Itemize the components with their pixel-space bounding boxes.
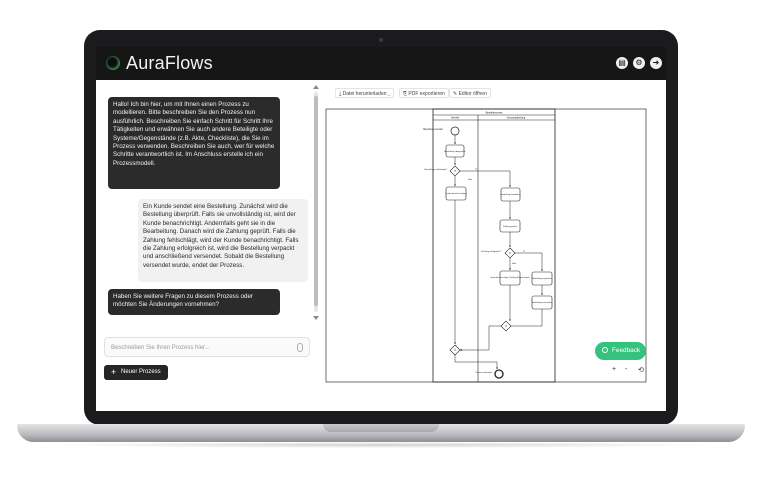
chat-input-placeholder: Beschreiben Sie Ihren Prozess hier...	[111, 345, 210, 351]
laptop-lid: AuraFlows ▤ ⚙ ➜ Hallo! Ich bin hier, um …	[84, 30, 678, 425]
open-editor-label: Editor öffnen	[458, 91, 487, 97]
settings-icon[interactable]: ⚙	[633, 57, 645, 69]
plus-icon: +	[111, 367, 117, 377]
flow-label: Nein	[468, 179, 472, 181]
task-label: Bestellung überprüfen	[444, 150, 466, 153]
chat-scrollbar[interactable]	[314, 92, 318, 312]
task-label: Kunde benachrichtigen (Zahlung fehlgesch…	[490, 276, 530, 279]
laptop-base	[17, 424, 745, 442]
open-editor-button[interactable]: ✎ Editor öffnen	[449, 88, 491, 98]
new-process-button[interactable]: + Neuer Prozess	[104, 365, 168, 380]
flow-label: Nein	[512, 263, 516, 265]
feedback-icon	[602, 347, 608, 353]
scroll-up-icon[interactable]	[313, 85, 319, 89]
chat-input[interactable]: Beschreiben Sie Ihren Prozess hier...	[104, 337, 310, 357]
lane-label: Versandabteilung	[507, 117, 526, 120]
app-title: AuraFlows	[126, 53, 213, 73]
new-process-label: Neuer Prozess	[121, 369, 161, 375]
gateway-label: Zahlung erfolgreich?	[481, 250, 502, 253]
start-label: Bestellung senden	[423, 128, 443, 131]
chat-message-user: Ein Kunde sendet eine Bestellung. Zunäch…	[138, 199, 308, 282]
pool-title: Bestellprozess	[486, 111, 504, 115]
feedback-label: Feedback	[612, 347, 641, 354]
task-label: Bestellung versenden	[532, 301, 553, 304]
document-icon[interactable]: ▤	[616, 57, 628, 69]
task-label: Kunde benachrichtigen	[445, 192, 467, 195]
app-header: AuraFlows ▤ ⚙ ➜	[96, 47, 666, 80]
app-screen: AuraFlows ▤ ⚙ ➜ Hallo! Ich bin hier, um …	[96, 47, 666, 411]
logo-icon	[106, 56, 120, 70]
microphone-icon[interactable]	[297, 343, 303, 352]
scrollbar-thumb[interactable]	[314, 96, 318, 306]
task-label: Bestellung bearbeiten	[500, 193, 521, 196]
end-event	[494, 369, 504, 379]
scroll-down-icon[interactable]	[313, 316, 319, 320]
start-event	[450, 126, 460, 136]
task-label: Bestellung verpacken	[532, 277, 553, 280]
end-label: Prozess beendet	[476, 371, 493, 374]
reset-view-icon[interactable]: ⟲	[638, 366, 644, 374]
chat-panel: Hallo! Ich bin hier, um mit Ihnen einen …	[96, 80, 323, 411]
camera	[379, 38, 383, 42]
task-label: Zahlung prüfen	[503, 225, 518, 228]
diagram-panel: ⤓ Datei herunterladen ⌄ ⎘ PDF exportiere…	[323, 80, 666, 411]
download-label: Datei herunterladen	[342, 91, 387, 97]
laptop-shadow	[40, 442, 722, 448]
feedback-button[interactable]: Feedback	[595, 342, 646, 360]
laptop-notch	[323, 424, 439, 432]
chat-message-bot: Haben Sie weitere Fragen zu diesem Proze…	[108, 289, 280, 315]
zoom-in-button[interactable]: +	[612, 366, 616, 373]
zoom-out-button[interactable]: -	[625, 366, 627, 373]
export-pdf-button[interactable]: ⎘ PDF exportieren	[399, 88, 449, 98]
download-file-button[interactable]: ⤓ Datei herunterladen ⌄	[335, 88, 395, 98]
logout-icon[interactable]: ➜	[650, 57, 662, 69]
gateway-label: Bestellung vollständig?	[425, 168, 448, 171]
export-pdf-label: PDF exportieren	[408, 91, 445, 97]
diagram-frame	[325, 108, 647, 383]
chevron-down-icon: ⌄	[386, 91, 391, 97]
bpmn-diagram[interactable]: Bestellprozess Vertrieb Versandabteilung…	[325, 108, 647, 383]
lane-label: Vertrieb	[451, 117, 460, 120]
chat-message-bot: Hallo! Ich bin hier, um mit Ihnen einen …	[108, 97, 280, 189]
